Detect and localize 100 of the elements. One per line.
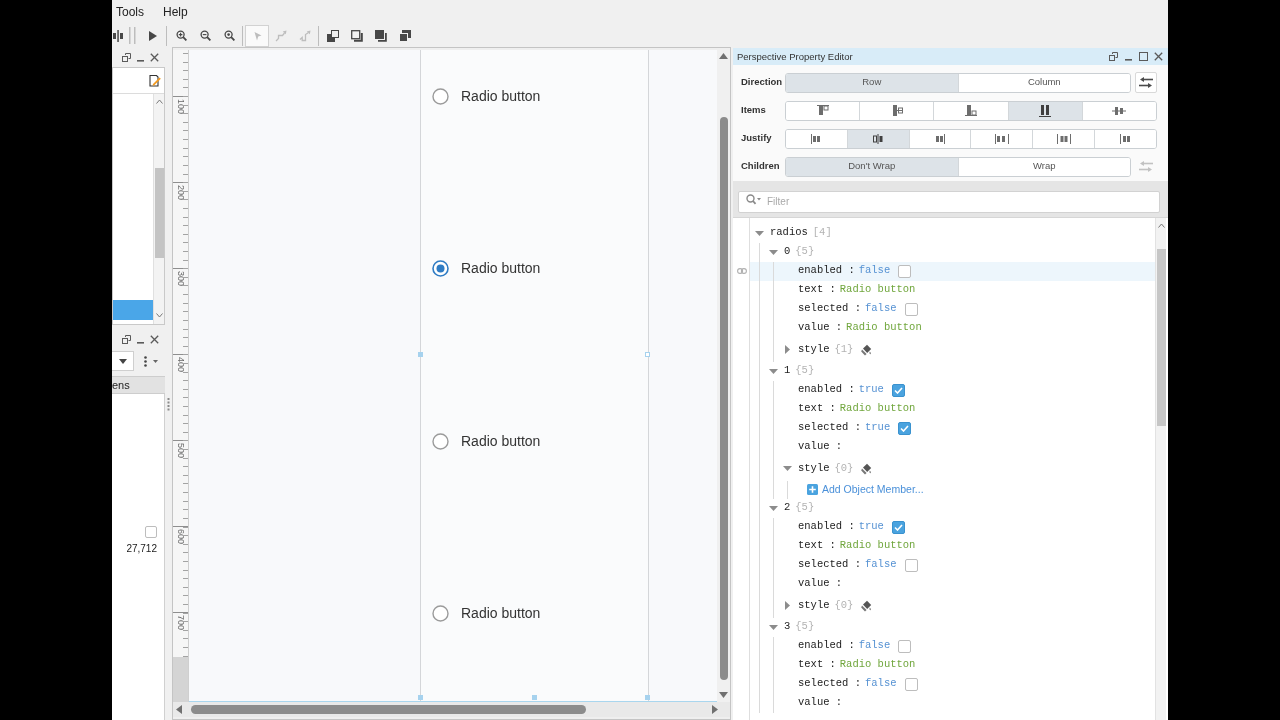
restore-icon[interactable] xyxy=(1109,52,1118,61)
property-key: enabled : xyxy=(798,638,855,654)
link-icon[interactable] xyxy=(736,268,747,274)
tree-row[interactable]: text : Radio button xyxy=(750,399,1155,419)
resize-handle-icon[interactable] xyxy=(532,695,537,700)
tree-row[interactable]: radios [4] xyxy=(750,223,1155,243)
close-icon[interactable] xyxy=(150,52,159,62)
kebab-menu-icon[interactable] xyxy=(144,355,147,367)
checkbox[interactable] xyxy=(891,520,905,534)
segment-button[interactable]: Wrap xyxy=(957,157,1130,176)
resize-handle-icon[interactable] xyxy=(418,695,423,700)
tree-row[interactable]: value : xyxy=(750,437,1155,457)
add-member-link[interactable]: Add Object Member... xyxy=(822,481,924,498)
scroll-up-icon[interactable] xyxy=(155,99,163,104)
tree-row[interactable]: value : xyxy=(750,574,1155,594)
tree-row[interactable]: 3 {5} xyxy=(750,617,1155,637)
caret-down-icon[interactable] xyxy=(768,249,778,255)
tree-row[interactable]: enabled : true xyxy=(750,517,1155,537)
tree-row[interactable]: value : xyxy=(750,693,1155,713)
segmented-control[interactable]: Don't Wrap Wrap xyxy=(785,156,1131,177)
restore-icon[interactable] xyxy=(122,334,131,344)
tree-row[interactable]: style {0} xyxy=(750,456,1155,481)
tree-row[interactable]: enabled : false xyxy=(750,636,1155,656)
resize-handle-icon[interactable] xyxy=(645,695,650,700)
swap-button[interactable] xyxy=(1135,72,1157,93)
scroll-left-icon[interactable] xyxy=(176,705,182,714)
tree-row[interactable]: 0 {5} xyxy=(750,242,1155,262)
scroll-down-icon[interactable] xyxy=(155,313,163,318)
tree-row[interactable]: text : Radio button xyxy=(750,280,1155,300)
grip-icon[interactable] xyxy=(167,398,170,411)
caret-down-icon[interactable] xyxy=(768,624,778,630)
caret-down-icon[interactable] xyxy=(754,230,764,236)
radio-button[interactable]: Radio button xyxy=(432,431,541,452)
menu-item[interactable]: Tools xyxy=(116,6,144,18)
scroll-down-icon[interactable] xyxy=(719,692,728,698)
caret-down-icon[interactable] xyxy=(782,466,792,471)
column-header[interactable]: ens xyxy=(112,376,165,394)
resize-handle-icon[interactable] xyxy=(418,352,423,357)
caret-down-icon[interactable] xyxy=(153,359,158,363)
checkbox[interactable] xyxy=(145,526,157,538)
restore-icon[interactable] xyxy=(122,52,131,62)
checkbox[interactable] xyxy=(898,639,912,653)
caret-right-icon[interactable] xyxy=(784,345,790,354)
radio-button[interactable]: Radio button xyxy=(432,86,541,106)
vertical-scrollbar[interactable] xyxy=(1155,218,1166,720)
pencil-document-icon[interactable] xyxy=(149,74,161,87)
radio-button[interactable]: Radio button xyxy=(432,258,541,279)
tree-row[interactable]: selected : true xyxy=(750,418,1155,438)
checkbox[interactable] xyxy=(904,558,918,572)
filter-field[interactable]: Filter xyxy=(738,190,1160,213)
eraser-icon[interactable] xyxy=(861,599,873,612)
tree-row[interactable]: selected : false xyxy=(750,299,1155,319)
resize-handle-icon[interactable] xyxy=(645,352,650,357)
tree-row[interactable]: style {0} xyxy=(750,593,1155,618)
scrollbar-thumb[interactable] xyxy=(1156,249,1166,426)
tree-row[interactable]: 1 {5} xyxy=(750,361,1155,381)
scroll-up-icon[interactable] xyxy=(719,53,728,59)
maximize-icon[interactable] xyxy=(1139,52,1148,61)
horizontal-scrollbar[interactable] xyxy=(173,702,730,717)
tree-row[interactable]: style {1} xyxy=(750,337,1155,362)
tree-row[interactable]: selected : false xyxy=(750,555,1155,575)
segmented-control[interactable] xyxy=(785,100,1157,121)
tree-row[interactable]: Add Object Member... xyxy=(750,480,1155,499)
segment-button[interactable] xyxy=(1094,129,1156,148)
scrollbar-thumb[interactable] xyxy=(191,705,586,714)
segmented-control[interactable]: Row Column xyxy=(785,72,1131,93)
dropdown[interactable] xyxy=(112,351,134,371)
tree-row[interactable]: enabled : false xyxy=(750,261,1155,281)
scrollbar-thumb[interactable] xyxy=(719,117,728,680)
tree-row[interactable]: value : Radio button xyxy=(750,318,1155,338)
checkbox[interactable] xyxy=(904,677,918,691)
eraser-icon[interactable] xyxy=(861,343,873,356)
checkbox[interactable] xyxy=(898,421,912,435)
space-around-icon xyxy=(1056,133,1071,144)
scroll-up-icon[interactable] xyxy=(1157,223,1165,228)
tree-row[interactable]: selected : false xyxy=(750,674,1155,694)
caret-down-icon[interactable] xyxy=(768,368,778,374)
vertical-scrollbar[interactable] xyxy=(153,94,164,324)
scroll-right-icon[interactable] xyxy=(712,705,718,714)
segment-button[interactable] xyxy=(1007,101,1082,120)
tree-row[interactable]: 2 {5} xyxy=(750,498,1155,518)
menu-item[interactable]: Help xyxy=(163,6,188,18)
tree-row[interactable]: text : Radio button xyxy=(750,536,1155,556)
tree-row[interactable]: text : Radio button xyxy=(750,655,1155,675)
segmented-control[interactable] xyxy=(785,128,1157,149)
segment-button[interactable]: Row xyxy=(786,73,958,92)
checkbox[interactable] xyxy=(891,383,905,397)
checkbox[interactable] xyxy=(898,264,912,278)
segment-button[interactable] xyxy=(1081,101,1156,120)
caret-down-icon[interactable] xyxy=(768,505,778,511)
segment-button[interactable]: Don't Wrap xyxy=(786,157,958,176)
scrollbar-thumb[interactable] xyxy=(154,168,164,258)
tree-row[interactable]: enabled : true xyxy=(750,380,1155,400)
segment-button[interactable]: Column xyxy=(957,73,1130,92)
eraser-icon[interactable] xyxy=(861,462,873,475)
radio-button[interactable]: Radio button xyxy=(432,603,541,624)
close-icon[interactable] xyxy=(1154,52,1163,61)
caret-right-icon[interactable] xyxy=(784,601,790,610)
close-icon[interactable] xyxy=(150,334,159,344)
checkbox[interactable] xyxy=(904,302,918,316)
